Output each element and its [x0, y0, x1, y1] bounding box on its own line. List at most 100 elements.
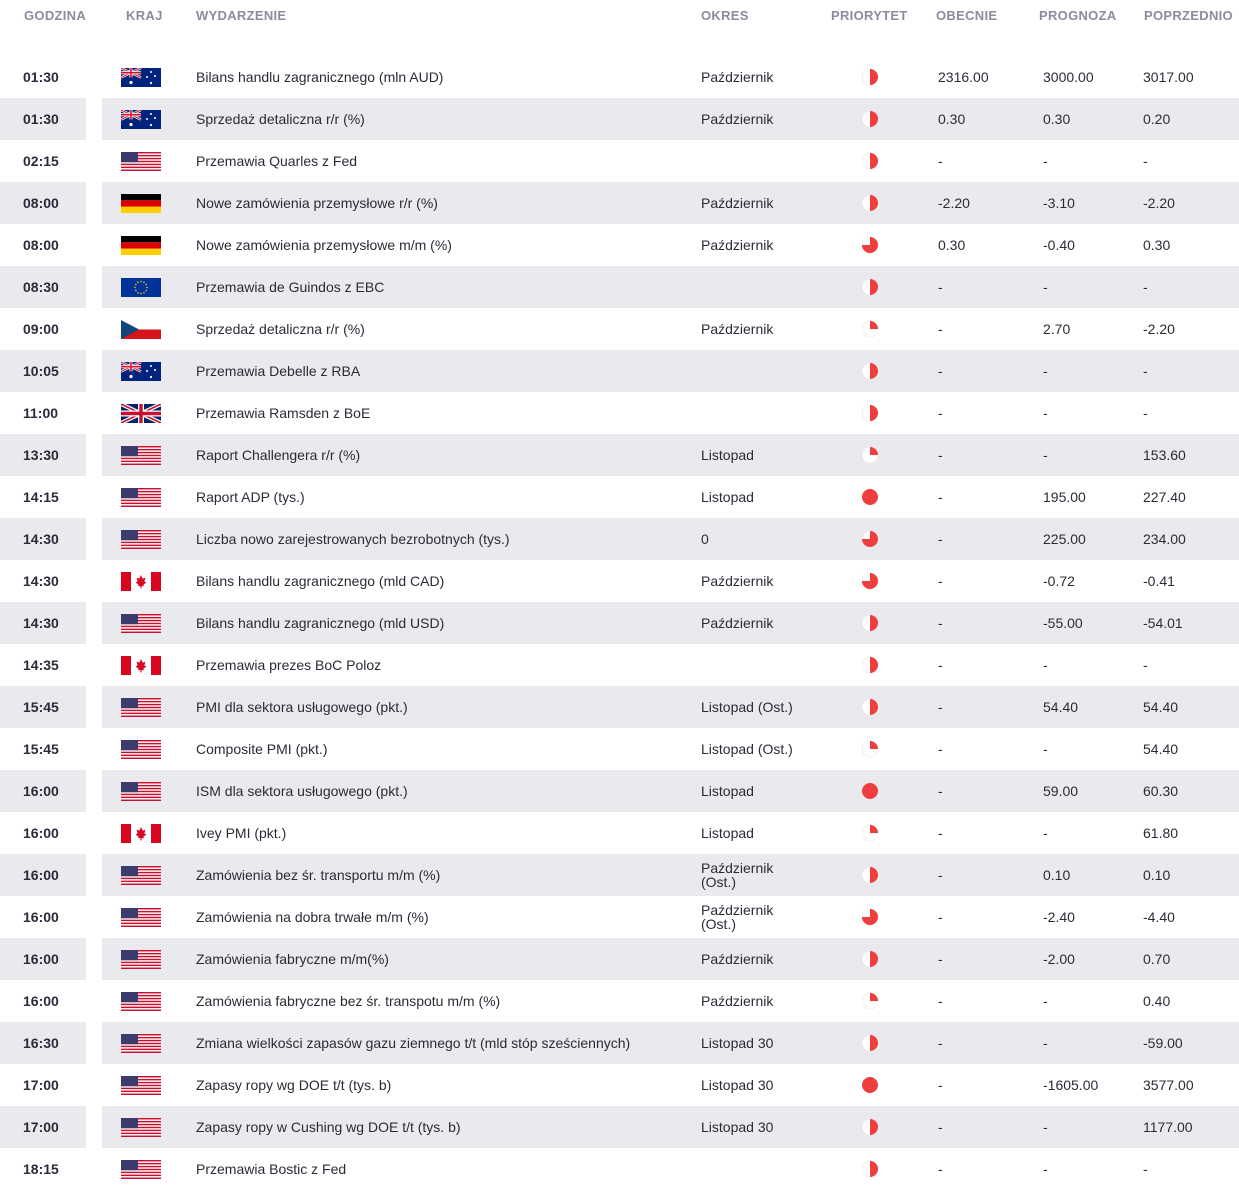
event-name[interactable]: Zamówienia na dobra trwałe m/m (%): [196, 896, 429, 938]
table-row[interactable]: 08:00 Nowe zamówienia przemysłowe r/r (%)…: [0, 182, 1239, 224]
table-row[interactable]: 16:30 Zmiana wielkości zapasów gazu ziemn…: [0, 1022, 1239, 1064]
previous-value: 0.20: [1143, 111, 1171, 127]
table-row[interactable]: 15:45 PMI dla sektora usługowego (pkt.) Li…: [0, 686, 1239, 728]
priority-icon: [861, 1034, 879, 1052]
table-row[interactable]: 13:30 Raport Challengera r/r (%) Listopad -…: [0, 434, 1239, 476]
event-name[interactable]: Zamówienia bez śr. transportu m/m (%): [196, 854, 440, 896]
current-value: -: [938, 993, 943, 1009]
us-flag-icon: [121, 908, 161, 927]
table-row[interactable]: 15:45 Composite PMI (pkt.) Listopad (Ost.)…: [0, 728, 1239, 770]
current-value: -: [938, 279, 943, 295]
events-table: 01:30 Bilans handlu zagranicznego (mln AU…: [0, 56, 1239, 1190]
table-row[interactable]: 16:00 Zamówienia fabryczne bez śr. transp…: [0, 980, 1239, 1022]
event-name[interactable]: Zamówienia fabryczne m/m(%): [196, 938, 389, 980]
table-row[interactable]: 01:30 Bilans handlu zagranicznego (mln AU…: [0, 56, 1239, 98]
canada-flag-icon: [121, 572, 161, 591]
event-name[interactable]: Przemawia Debelle z RBA: [196, 350, 360, 392]
event-name[interactable]: Sprzedaż detaliczna r/r (%): [196, 308, 365, 350]
table-row[interactable]: 16:00 Zamówienia bez śr. transportu m/m (…: [0, 854, 1239, 896]
event-name[interactable]: Bilans handlu zagranicznego (mld USD): [196, 602, 444, 644]
event-name[interactable]: Bilans handlu zagranicznego (mln AUD): [196, 56, 443, 98]
table-row[interactable]: 17:00 Zapasy ropy wg DOE t/t (tys. b) List…: [0, 1064, 1239, 1106]
forecast-value: -: [1043, 1035, 1048, 1051]
table-row[interactable]: 16:00 Ivey PMI (pkt.) Listopad - - 61.80: [0, 812, 1239, 854]
previous-value: 3577.00: [1143, 1077, 1194, 1093]
table-row[interactable]: 14:30 Bilans handlu zagranicznego (mld CA…: [0, 560, 1239, 602]
event-name[interactable]: Przemawia Ramsden z BoE: [196, 392, 370, 434]
table-row[interactable]: 02:15 Przemawia Quarles z Fed - - -: [0, 140, 1239, 182]
event-name[interactable]: Przemawia de Guindos z EBC: [196, 266, 384, 308]
header-event[interactable]: WYDARZENIE: [196, 8, 286, 23]
event-name[interactable]: Zmiana wielkości zapasów gazu ziemnego t…: [196, 1022, 630, 1064]
previous-value: 0.30: [1143, 237, 1171, 253]
event-name[interactable]: Nowe zamówienia przemysłowe m/m (%): [196, 224, 452, 266]
event-name[interactable]: Liczba nowo zarejestrowanych bezrobotnyc…: [196, 518, 510, 560]
current-value: -: [938, 741, 943, 757]
previous-value: 3017.00: [1143, 69, 1194, 85]
priority-icon: [861, 404, 879, 422]
event-period: Listopad: [701, 783, 754, 799]
table-row[interactable]: 14:15 Raport ADP (tys.) Listopad - 195.00 227…: [0, 476, 1239, 518]
previous-value: -: [1143, 153, 1148, 169]
previous-value: 153.60: [1143, 447, 1186, 463]
table-row[interactable]: 08:30 Przemawia de Guindos z EBC - - -: [0, 266, 1239, 308]
event-name[interactable]: Zamówienia fabryczne bez śr. transpotu m…: [196, 980, 500, 1022]
previous-value: -: [1143, 405, 1148, 421]
priority-icon: [861, 194, 879, 212]
forecast-value: -55.00: [1043, 615, 1083, 631]
event-name[interactable]: Ivey PMI (pkt.): [196, 812, 286, 854]
event-period: Październik: [701, 321, 774, 337]
priority-icon: [861, 1118, 879, 1136]
table-row[interactable]: 16:00 Zamówienia na dobra trwałe m/m (%) P…: [0, 896, 1239, 938]
table-row[interactable]: 01:30 Sprzedaż detaliczna r/r (%) Paździer…: [0, 98, 1239, 140]
event-name[interactable]: Przemawia prezes BoC Poloz: [196, 644, 381, 686]
event-time: 14:30: [23, 615, 59, 631]
event-time: 09:00: [23, 321, 59, 337]
event-name[interactable]: Przemawia Quarles z Fed: [196, 140, 357, 182]
header-current[interactable]: OBECNIE: [936, 8, 997, 23]
previous-value: -54.01: [1143, 615, 1183, 631]
header-country[interactable]: KRAJ: [126, 8, 163, 23]
table-row[interactable]: 14:30 Liczba nowo zarejestrowanych bezrob…: [0, 518, 1239, 560]
us-flag-icon: [121, 530, 161, 549]
event-name[interactable]: Przemawia Bostic z Fed: [196, 1148, 346, 1190]
forecast-value: -: [1043, 153, 1048, 169]
event-name[interactable]: Bilans handlu zagranicznego (mld CAD): [196, 560, 444, 602]
current-value: -: [938, 615, 943, 631]
current-value: -: [938, 657, 943, 673]
event-name[interactable]: PMI dla sektora usługowego (pkt.): [196, 686, 408, 728]
priority-icon: [861, 68, 879, 86]
forecast-value: -2.40: [1043, 909, 1075, 925]
priority-icon: [861, 362, 879, 380]
event-period: Październik: [701, 993, 774, 1009]
header-previous[interactable]: POPRZEDNIO: [1144, 8, 1233, 23]
event-name[interactable]: Zapasy ropy w Cushing wg DOE t/t (tys. b…: [196, 1106, 461, 1148]
event-name[interactable]: Raport Challengera r/r (%): [196, 434, 360, 476]
event-name[interactable]: Sprzedaż detaliczna r/r (%): [196, 98, 365, 140]
header-forecast[interactable]: PROGNOZA: [1039, 8, 1117, 23]
table-row[interactable]: 11:00 Przemawia Ramsden z BoE - - -: [0, 392, 1239, 434]
event-name[interactable]: ISM dla sektora usługowego (pkt.): [196, 770, 408, 812]
header-time[interactable]: GODZINA: [24, 8, 86, 23]
priority-icon: [861, 110, 879, 128]
us-flag-icon: [121, 488, 161, 507]
table-row[interactable]: 17:00 Zapasy ropy w Cushing wg DOE t/t (t…: [0, 1106, 1239, 1148]
table-row[interactable]: 10:05 Przemawia Debelle z RBA - - -: [0, 350, 1239, 392]
previous-value: -59.00: [1143, 1035, 1183, 1051]
table-row[interactable]: 16:00 Zamówienia fabryczne m/m(%) Paździer…: [0, 938, 1239, 980]
event-name[interactable]: Zapasy ropy wg DOE t/t (tys. b): [196, 1064, 391, 1106]
header-priority[interactable]: PRIORYTET: [831, 8, 908, 23]
table-row[interactable]: 09:00 Sprzedaż detaliczna r/r (%) Paździer…: [0, 308, 1239, 350]
event-name[interactable]: Nowe zamówienia przemysłowe r/r (%): [196, 182, 438, 224]
event-name[interactable]: Composite PMI (pkt.): [196, 728, 327, 770]
table-row[interactable]: 08:00 Nowe zamówienia przemysłowe m/m (%)…: [0, 224, 1239, 266]
table-row[interactable]: 14:30 Bilans handlu zagranicznego (mld US…: [0, 602, 1239, 644]
table-row[interactable]: 14:35 Przemawia prezes BoC Poloz - - -: [0, 644, 1239, 686]
event-name[interactable]: Raport ADP (tys.): [196, 476, 305, 518]
forecast-value: 225.00: [1043, 531, 1086, 547]
table-row[interactable]: 18:15 Przemawia Bostic z Fed - - -: [0, 1148, 1239, 1190]
header-period[interactable]: OKRES: [701, 8, 749, 23]
uk-flag-icon: [121, 404, 161, 423]
event-time: 08:30: [23, 279, 59, 295]
table-row[interactable]: 16:00 ISM dla sektora usługowego (pkt.) Li…: [0, 770, 1239, 812]
